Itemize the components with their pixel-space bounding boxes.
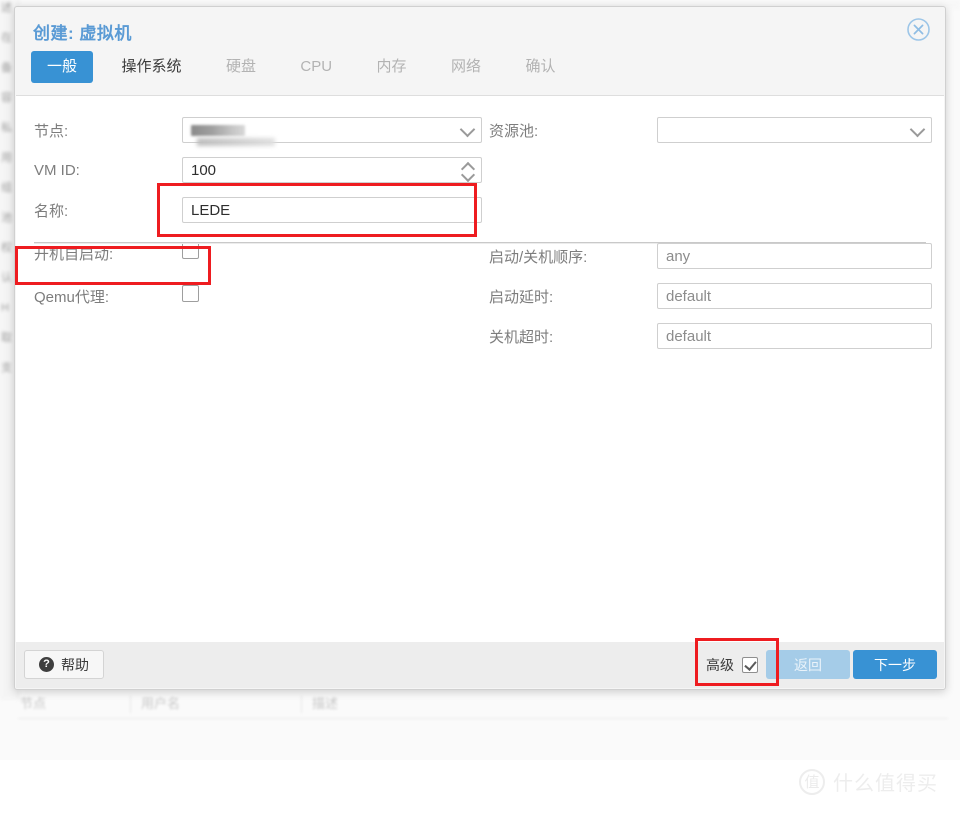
name-input[interactable]: LEDE — [182, 197, 482, 223]
field-row-node: 节点: — [34, 110, 482, 150]
background-table-header-cell: 用户名 — [130, 695, 301, 713]
node-value-redacted-underline — [197, 138, 275, 146]
node-value-redacted — [191, 124, 245, 136]
autostart-label: 开机自启动: — [34, 245, 114, 263]
spacer-row-2 — [489, 190, 944, 236]
startup-delay-value: default — [666, 287, 712, 305]
start-order-label: 启动/关机顺序: — [489, 248, 588, 266]
field-row-vmid: VM ID: 100 — [34, 150, 482, 190]
chevron-down-icon — [459, 121, 476, 138]
background-table-header-cell: 节点 — [20, 696, 47, 711]
startup-delay-input[interactable]: default — [657, 283, 932, 309]
help-button[interactable]: ? 帮助 — [24, 650, 104, 679]
help-button-label: 帮助 — [61, 656, 89, 673]
dialog-title: 创建: 虚拟机 — [33, 24, 132, 43]
advanced-label: 高级 — [706, 656, 734, 673]
tab-confirm[interactable]: 确认 — [509, 51, 571, 83]
tab-general[interactable]: 一般 — [31, 51, 94, 83]
name-value: LEDE — [191, 201, 231, 219]
start-order-value: any — [666, 247, 691, 265]
advanced-checkbox[interactable] — [742, 656, 758, 673]
back-button[interactable]: 返回 — [766, 650, 850, 679]
background-table: 节点 用户名 描述 — [18, 690, 948, 730]
dialog-tabs: 一般 操作系统 硬盘 CPU 内存 网络 确认 — [15, 51, 945, 95]
dialog-footer: ? 帮助 高级 返回 下一步 — [16, 642, 944, 688]
form-columns: 节点: VM ID: 100 名称: LEDE 开机自启动: Qemu代理: 资… — [16, 96, 944, 356]
shutdown-timeout-input[interactable]: default — [657, 323, 932, 349]
pool-label: 资源池: — [489, 122, 539, 140]
start-order-input[interactable]: any — [657, 243, 932, 269]
tab-cpu[interactable]: CPU — [284, 51, 348, 83]
close-circle-icon[interactable] — [905, 16, 932, 43]
background-table-header-cell: 描述 — [301, 695, 562, 713]
name-label: 名称: — [34, 202, 69, 220]
field-row-name: 名称: LEDE — [34, 190, 482, 230]
field-row-pool: 资源池: — [489, 110, 944, 150]
form-column-left: 节点: VM ID: 100 名称: LEDE 开机自启动: Qemu代理: — [16, 110, 482, 356]
shutdown-timeout-value: default — [666, 327, 712, 345]
shutdown-timeout-label: 关机超时: — [489, 328, 554, 346]
watermark-text: 什么值得买 — [833, 773, 938, 795]
advanced-toggle[interactable]: 高级 — [700, 650, 764, 679]
create-vm-dialog: 创建: 虚拟机 一般 操作系统 硬盘 CPU 内存 网络 确认 节点: VM I… — [14, 6, 946, 690]
pool-select[interactable] — [657, 117, 932, 143]
qemu-agent-checkbox[interactable] — [182, 285, 199, 302]
node-select[interactable] — [182, 117, 482, 146]
tab-os[interactable]: 操作系统 — [105, 51, 197, 83]
dialog-header: 创建: 虚拟机 — [15, 7, 945, 51]
node-label: 节点: — [34, 122, 69, 140]
dialog-body: 节点: VM ID: 100 名称: LEDE 开机自启动: Qemu代理: 资… — [16, 95, 944, 643]
autostart-checkbox[interactable] — [182, 242, 199, 259]
field-row-autostart: 开机自启动: — [34, 230, 480, 276]
watermark-logo: 值 — [799, 768, 825, 795]
vmid-label: VM ID: — [34, 161, 80, 179]
watermark: 值 什么值得买 — [799, 767, 938, 796]
form-column-right: 资源池: 启动/关机顺序: any 启动延时: default 关机超时: de… — [480, 110, 944, 356]
field-row-startup-delay: 启动延时: default — [489, 276, 944, 316]
spinner-icon[interactable] — [460, 161, 476, 183]
vmid-input[interactable]: 100 — [182, 157, 482, 183]
tab-memory[interactable]: 内存 — [361, 51, 423, 83]
question-mark-icon: ? — [39, 657, 54, 672]
tab-network[interactable]: 网络 — [435, 51, 497, 83]
background-table-header-row: 节点 用户名 描述 — [18, 690, 948, 719]
startup-delay-label: 启动延时: — [489, 288, 554, 306]
next-button[interactable]: 下一步 — [853, 650, 937, 679]
field-row-qemu-agent: Qemu代理: — [34, 276, 480, 316]
vmid-value: 100 — [191, 161, 217, 179]
qemu-agent-label: Qemu代理: — [34, 288, 110, 306]
chevron-down-icon — [909, 121, 926, 138]
tab-disk[interactable]: 硬盘 — [210, 51, 272, 83]
spacer-row — [489, 150, 944, 190]
field-row-shutdown-timeout: 关机超时: default — [489, 316, 944, 356]
